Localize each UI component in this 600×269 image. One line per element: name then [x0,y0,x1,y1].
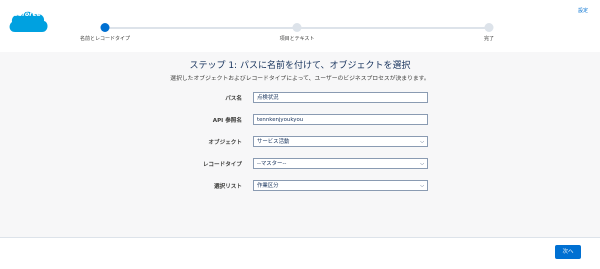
api-name-input[interactable]: tennkenjyoukyou [253,114,428,125]
page-title: ステップ 1: パスに名前を付けて、オブジェクトを選択 [189,61,411,71]
api-name-row: API 参照名 tennkenjyoukyou [0,114,600,128]
step-1-label: 名前とレコードタイプ [79,36,131,42]
step-1-indicator [100,23,110,32]
wizard-body: ステップ 1: パスに名前を付けて、オブジェクトを選択 選択したオブジェクトおよ… [0,52,600,237]
path-name-input[interactable]: 点検状況 [253,92,428,103]
picklist-select-value: 作業区分 [257,182,279,189]
page-subtitle: 選択したオブジェクトおよびレコードタイプによって、ユーザーのビジネスプロセスが決… [170,76,430,82]
next-button[interactable]: 次へ [555,245,581,259]
object-select[interactable]: サービス活動 ⌵ [253,136,428,147]
path-name-label: パス名 [225,96,242,102]
chevron-down-icon: ⌵ [420,138,424,145]
step-3-indicator [484,23,494,32]
api-name-label: API 参照名 [212,118,242,124]
record-type-row: レコードタイプ --マスター-- ⌵ [0,158,600,172]
step-2-label: 項目とテキスト [279,36,315,42]
step-3-label: 完了 [483,36,495,42]
wizard-footer: 次へ [0,237,600,269]
top-bar: salesforce 設定 名前とレコードタイプ 項目とテキスト 完了 [0,0,600,53]
object-select-value: サービス活動 [257,138,290,145]
path-name-row: パス名 点検状況 [0,92,600,106]
record-type-label: レコードタイプ [202,162,242,168]
object-row: オブジェクト サービス活動 ⌵ [0,136,600,150]
picklist-label: 選択リスト [214,184,242,190]
step-2-indicator [292,23,302,32]
picklist-row: 選択リスト 作業区分 ⌵ [0,180,600,194]
picklist-select[interactable]: 作業区分 ⌵ [253,180,428,191]
record-type-select[interactable]: --マスター-- ⌵ [253,158,428,169]
settings-link[interactable]: 設定 [578,7,588,14]
chevron-down-icon: ⌵ [420,160,424,167]
logo-text: salesforce [3,10,41,18]
object-label: オブジェクト [208,140,242,146]
chevron-down-icon: ⌵ [420,182,424,189]
record-type-select-value: --マスター-- [257,160,287,167]
